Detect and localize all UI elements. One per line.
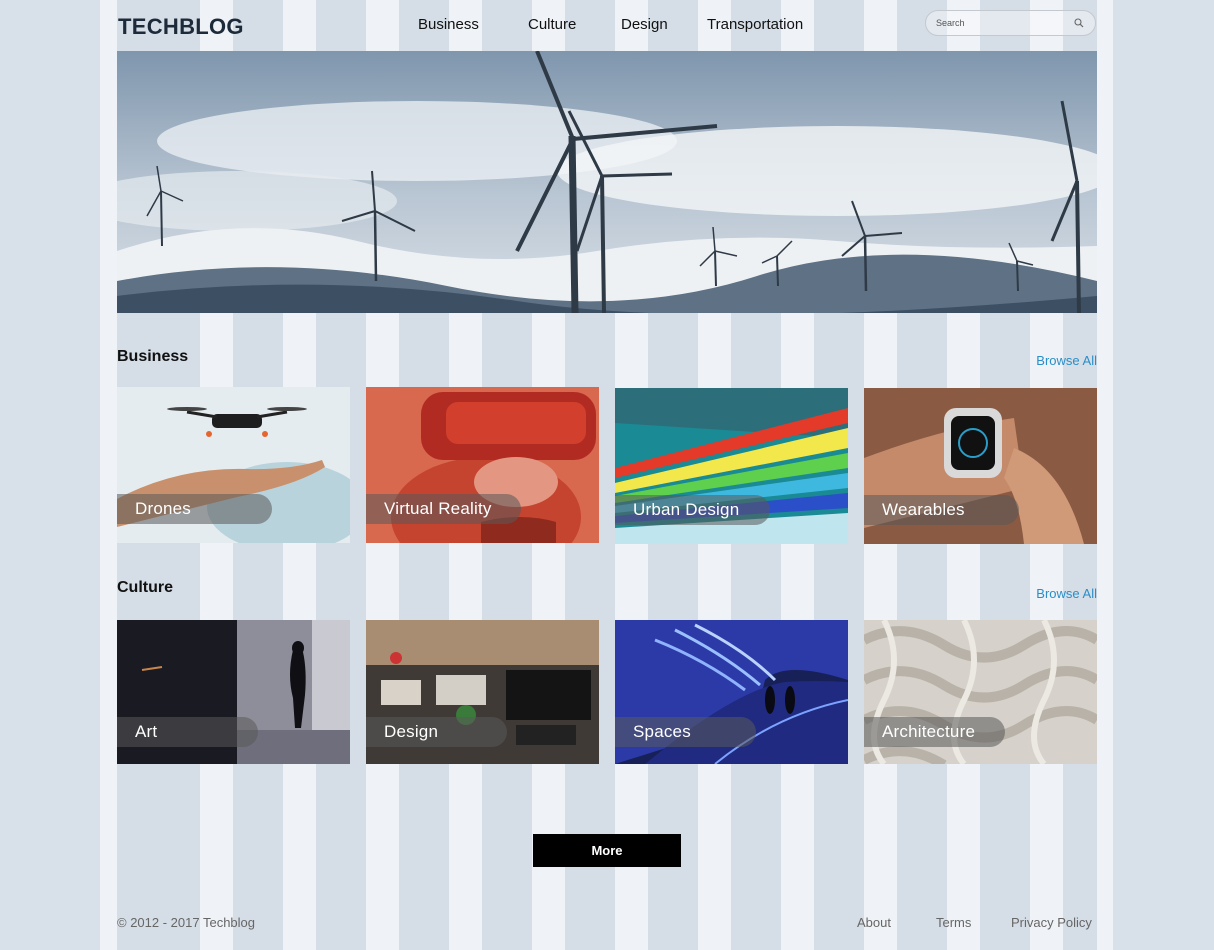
- section-title-business: Business: [117, 348, 189, 365]
- footer-link-privacy-policy[interactable]: Privacy Policy: [1011, 915, 1092, 930]
- footer-link-about[interactable]: About: [857, 915, 891, 930]
- card-label: Urban Design: [615, 495, 770, 525]
- card-art[interactable]: Art: [117, 620, 350, 764]
- search-input[interactable]: [936, 16, 1066, 30]
- browse-all-culture-link[interactable]: Browse All: [1036, 586, 1097, 601]
- nav-culture[interactable]: Culture: [528, 16, 576, 33]
- nav-transportation[interactable]: Transportation: [707, 16, 803, 33]
- hero-image[interactable]: [117, 51, 1097, 313]
- card-virtual-reality[interactable]: Virtual Reality: [366, 387, 599, 543]
- search-box[interactable]: [925, 10, 1096, 36]
- card-label: Spaces: [615, 717, 756, 747]
- card-architecture[interactable]: Architecture: [864, 620, 1097, 764]
- card-drones[interactable]: Drones: [117, 387, 350, 543]
- card-label: Art: [117, 717, 258, 747]
- card-label: Design: [366, 717, 507, 747]
- card-design[interactable]: Design: [366, 620, 599, 764]
- footer-copyright: © 2012 - 2017 Techblog: [117, 915, 255, 930]
- browse-all-business-link[interactable]: Browse All: [1036, 353, 1097, 368]
- search-icon[interactable]: [1074, 18, 1084, 28]
- nav-business[interactable]: Business: [418, 16, 479, 33]
- card-label: Drones: [117, 494, 272, 524]
- nav-design[interactable]: Design: [621, 16, 668, 33]
- more-button[interactable]: More: [533, 834, 681, 867]
- card-wearables[interactable]: Wearables: [864, 388, 1097, 544]
- card-label: Wearables: [864, 495, 1019, 525]
- section-title-culture: Culture: [117, 579, 173, 596]
- card-spaces[interactable]: Spaces: [615, 620, 848, 764]
- card-label: Virtual Reality: [366, 494, 521, 524]
- card-label: Architecture: [864, 717, 1005, 747]
- site-logo[interactable]: TECHBLOG: [118, 14, 244, 40]
- footer-link-terms[interactable]: Terms: [936, 915, 971, 930]
- card-urban-design[interactable]: Urban Design: [615, 388, 848, 544]
